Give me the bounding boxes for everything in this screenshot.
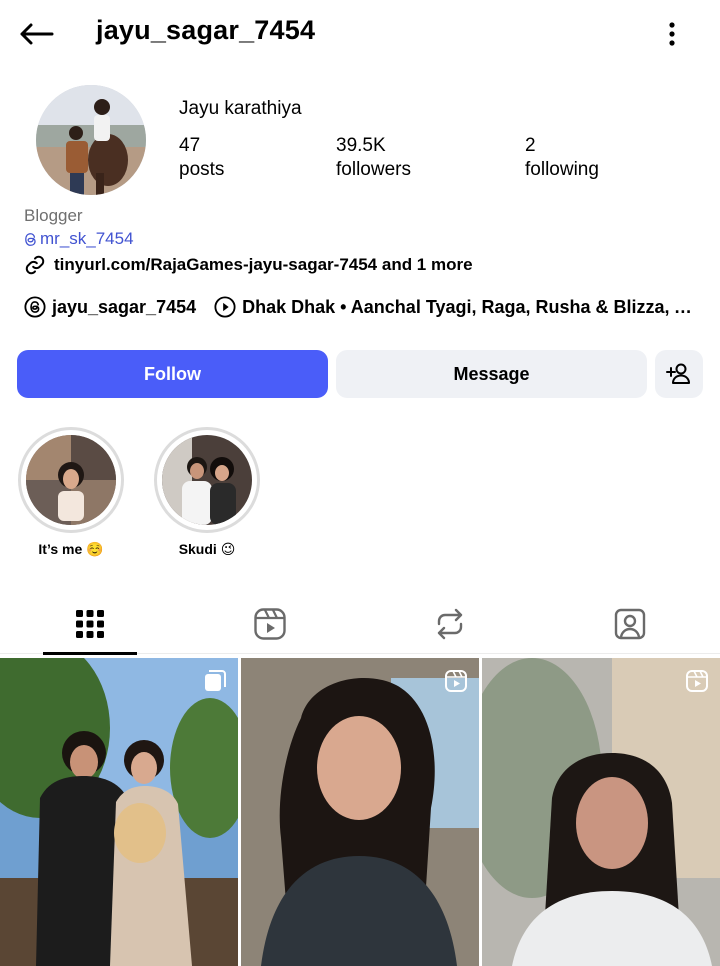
following-count: 2 bbox=[525, 135, 536, 156]
tab-tagged[interactable] bbox=[583, 594, 677, 654]
back-button[interactable] bbox=[16, 14, 56, 54]
stat-following[interactable]: 2 following bbox=[525, 134, 599, 182]
reel-badge bbox=[684, 668, 710, 694]
profile-full-name: Jayu karathiya bbox=[179, 98, 302, 119]
post-image bbox=[482, 658, 720, 966]
posts-count: 47 bbox=[179, 135, 201, 156]
highlight-label: It’s me ☺️ bbox=[38, 541, 104, 557]
grid-post[interactable] bbox=[241, 658, 479, 966]
threads-pill-text: jayu_sagar_7454 bbox=[52, 296, 197, 317]
tab-posts-grid[interactable] bbox=[43, 594, 137, 655]
message-button[interactable]: Message bbox=[336, 350, 647, 398]
highlight-cover bbox=[162, 435, 252, 525]
profile-category: Blogger bbox=[24, 206, 83, 225]
top-bar: jayu_sagar_7454 bbox=[0, 0, 720, 66]
music-pill-text: Dhak Dhak • Aanchal Tyagi, Raga, Rusha &… bbox=[242, 296, 698, 317]
follow-button[interactable]: Follow bbox=[17, 350, 328, 398]
post-image bbox=[241, 658, 479, 966]
threads-logo-icon bbox=[24, 296, 46, 318]
link-icon bbox=[25, 255, 45, 275]
profile-pills: jayu_sagar_7454 Dhak Dhak • Aanchal Tyag… bbox=[24, 296, 704, 318]
following-label: following bbox=[525, 159, 599, 180]
followers-count: 39.5K bbox=[336, 135, 386, 156]
story-highlight[interactable]: Skudi 😉 bbox=[154, 427, 260, 558]
carousel-badge bbox=[202, 668, 228, 694]
play-circle-icon bbox=[214, 296, 236, 318]
highlight-label: Skudi 😉 bbox=[178, 541, 236, 557]
posts-label: posts bbox=[179, 159, 225, 180]
reel-icon bbox=[686, 670, 708, 692]
tagged-person-icon bbox=[614, 608, 646, 640]
threads-pill[interactable]: jayu_sagar_7454 bbox=[24, 296, 196, 318]
stat-followers[interactable]: 39.5K followers bbox=[336, 134, 411, 182]
back-arrow-icon bbox=[20, 23, 54, 45]
suggested-accounts-button[interactable] bbox=[655, 350, 703, 398]
repost-icon bbox=[437, 608, 463, 640]
tab-reels[interactable] bbox=[223, 594, 317, 654]
profile-tabs bbox=[0, 594, 720, 655]
post-image bbox=[0, 658, 238, 966]
reels-icon bbox=[254, 608, 286, 640]
threads-mention-link[interactable]: mr_sk_7454 bbox=[24, 229, 134, 249]
music-pill[interactable]: Dhak Dhak • Aanchal Tyagi, Raga, Rusha &… bbox=[214, 296, 697, 318]
posts-grid bbox=[0, 658, 720, 966]
threads-handle-text: mr_sk_7454 bbox=[40, 229, 134, 248]
reel-badge bbox=[443, 668, 469, 694]
grid-post[interactable] bbox=[482, 658, 720, 966]
more-options-button[interactable] bbox=[656, 14, 688, 54]
carousel-icon bbox=[205, 670, 226, 691]
add-person-icon bbox=[666, 363, 690, 384]
highlight-ring bbox=[154, 427, 260, 533]
highlight-cover bbox=[26, 435, 116, 525]
tab-reposts[interactable] bbox=[403, 594, 497, 654]
threads-icon bbox=[25, 232, 36, 246]
profile-username: jayu_sagar_7454 bbox=[96, 15, 316, 45]
highlight-ring bbox=[18, 427, 124, 533]
reel-icon bbox=[445, 670, 467, 692]
story-highlight[interactable]: It’s me ☺️ bbox=[18, 427, 124, 558]
stat-posts[interactable]: 47 posts bbox=[179, 134, 224, 182]
followers-label: followers bbox=[336, 159, 411, 180]
grid-post[interactable] bbox=[0, 658, 238, 966]
grid-icon bbox=[76, 610, 104, 638]
profile-avatar[interactable] bbox=[36, 85, 146, 195]
bio-external-link[interactable]: tinyurl.com/RajaGames-jayu-sagar-7454 an… bbox=[24, 254, 473, 276]
bio-link-text: tinyurl.com/RajaGames-jayu-sagar-7454 an… bbox=[54, 255, 473, 274]
more-vertical-icon bbox=[669, 22, 675, 46]
